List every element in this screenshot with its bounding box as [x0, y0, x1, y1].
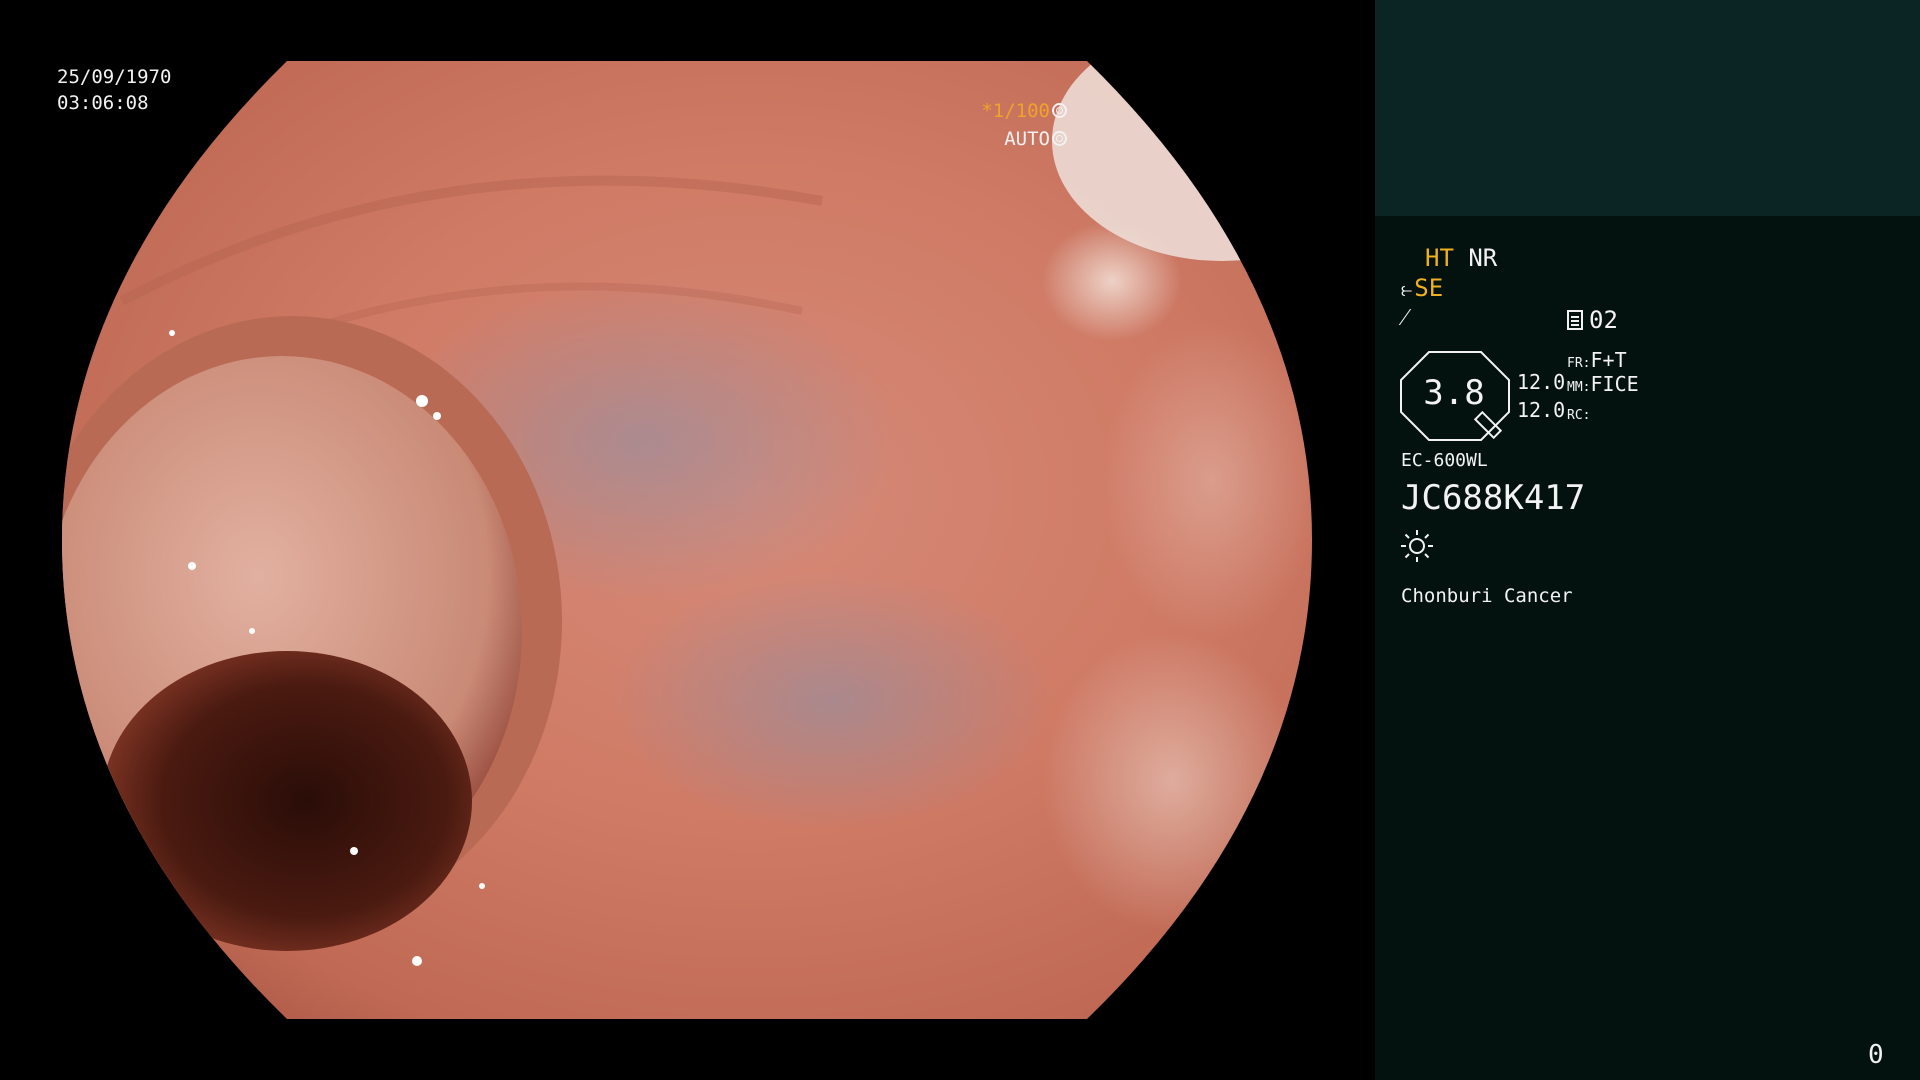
ring-icon	[1052, 131, 1067, 146]
serial-number: JC688K417	[1401, 478, 1586, 518]
endoscopy-screen: 25/09/1970 03:06:08 *1/100 AUTO HT NR ⥼S…	[0, 0, 1920, 1080]
rc-label: RC:	[1567, 408, 1591, 423]
document-value: 02	[1589, 306, 1618, 334]
shutter-speed: *1/100	[981, 100, 1050, 122]
fr-value: F+T	[1590, 348, 1627, 372]
ht-nr-row: HT NR	[1425, 244, 1497, 272]
se-row: ⥼SE	[1401, 274, 1443, 303]
exposure-mode: AUTO	[1004, 128, 1050, 150]
mm-row: MM:FICE	[1567, 372, 1639, 400]
value-a: 12.0	[1517, 370, 1566, 394]
exposure-display: AUTO	[1004, 127, 1067, 151]
light-sun-icon	[1401, 530, 1433, 562]
document-icon	[1567, 310, 1583, 330]
curve-row: ⁄	[1403, 303, 1407, 331]
rc-row: RC:	[1567, 400, 1590, 428]
fr-label: FR:	[1567, 356, 1591, 371]
exam-time: 03:06:08	[57, 92, 149, 114]
zoom-value: 3.8	[1423, 373, 1485, 413]
hospital-name: Chonburi Cancer	[1401, 585, 1573, 607]
image-counter: 0	[1868, 1040, 1884, 1070]
exam-date: 25/09/1970	[57, 66, 172, 88]
endoscope-view: 25/09/1970 03:06:08 *1/100 AUTO	[0, 0, 1375, 1080]
se-label: SE	[1414, 274, 1444, 302]
zoom-indicator: 3.8	[1399, 350, 1513, 442]
panel-header-area	[1375, 0, 1920, 216]
mm-value: FICE	[1590, 372, 1639, 396]
datetime-display: 25/09/1970 03:06:08	[57, 64, 171, 116]
info-panel: HT NR ⥼SE ⁄ 02 3.8 12.0 12.0 FR:F+T MM:F…	[1375, 0, 1920, 1080]
scope-tip-icon: ⥼	[1401, 277, 1413, 301]
curve-icon: ⁄	[1403, 303, 1408, 331]
endoscope-image	[62, 61, 1312, 1019]
nr-label: NR	[1468, 244, 1498, 272]
value-b: 12.0	[1517, 398, 1566, 422]
document-row: 02	[1567, 306, 1618, 334]
mm-label: MM:	[1567, 380, 1591, 395]
scope-model: EC-600WL	[1401, 450, 1488, 471]
shutter-display: *1/100	[981, 99, 1067, 123]
aperture-icon	[1052, 103, 1067, 118]
ht-label: HT	[1425, 244, 1454, 272]
